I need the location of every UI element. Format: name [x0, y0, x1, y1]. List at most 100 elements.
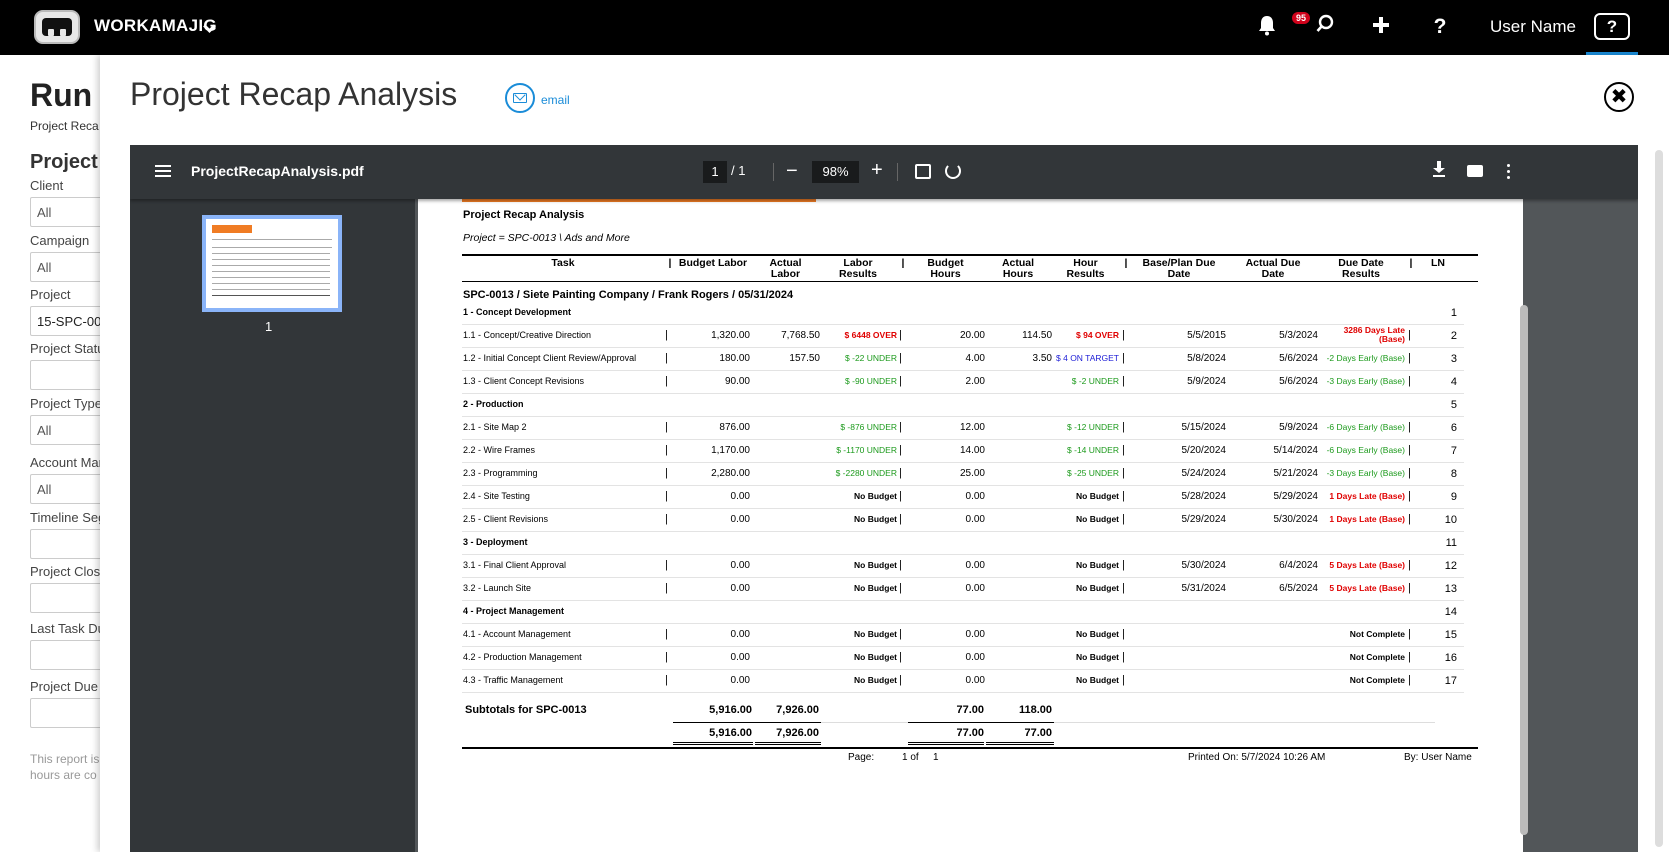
budget-labor-cell: 90.00 — [724, 376, 750, 387]
hour-result-cell: No Budget — [1076, 675, 1119, 685]
labor-result-cell: No Budget — [854, 583, 897, 593]
bg-timeline-segment-field[interactable] — [30, 529, 100, 559]
due-date-result-cell: Not Complete — [1349, 652, 1405, 662]
due-date-result-cell: -6 Days Early (Base) — [1326, 445, 1405, 455]
table-row: 2.2 - Wire Frames | | | | 1,170.00 $ -1170 UND… — [462, 440, 1464, 463]
line-number-cell: 5 — [1450, 399, 1457, 411]
question-icon[interactable]: ? — [1427, 14, 1453, 40]
total-budget-hours: 77.00 — [956, 727, 984, 739]
table-row: 3.2 - Launch Site | | | | 0.00 No Budget 0.00 No… — [462, 578, 1464, 601]
base-due-date-cell: 5/15/2024 — [1181, 422, 1227, 433]
base-due-date-cell: 5/31/2024 — [1181, 583, 1227, 594]
bg-project-type-select[interactable]: All — [30, 415, 100, 445]
bg-project-field[interactable]: 15-SPC-001 — [30, 306, 100, 336]
line-number-cell: 3 — [1450, 353, 1457, 365]
pdf-toolbar: ProjectRecapAnalysis.pdf 1 / 1 − 98% + — [130, 145, 1638, 199]
due-date-result-cell: -6 Days Early (Base) — [1326, 422, 1405, 432]
budget-labor-cell: 1,170.00 — [711, 445, 750, 456]
column-separator: | — [1408, 375, 1411, 387]
task-name: 4.3 - Traffic Management — [463, 675, 563, 685]
table-row: 2.5 - Client Revisions | | | | 0.00 No Budget 0… — [462, 509, 1464, 532]
hour-result-cell: No Budget — [1076, 514, 1119, 524]
column-separator: | — [899, 513, 902, 525]
col-separator: | — [1409, 257, 1413, 269]
bg-project-status-field[interactable] — [30, 360, 100, 390]
column-separator: | — [1122, 651, 1125, 663]
line-number-cell: 10 — [1444, 514, 1457, 526]
menu-icon[interactable] — [155, 165, 171, 167]
bg-section-title: Project I — [30, 151, 100, 173]
base-due-date-cell: 5/20/2024 — [1181, 445, 1227, 456]
download-icon[interactable] — [1432, 161, 1446, 182]
help-box-icon[interactable]: ? — [1594, 13, 1630, 40]
subtotal-budget-labor: 5,916.00 — [709, 704, 752, 716]
zoom-out-icon[interactable]: − — [786, 160, 798, 182]
column-separator: | — [1122, 559, 1125, 571]
task-name: 1.3 - Client Concept Revisions — [463, 376, 585, 386]
column-separator: | — [899, 421, 902, 433]
column-separator: | — [899, 559, 902, 571]
bg-account-manager-select[interactable]: All — [30, 474, 100, 504]
background-report-page: Run Project Reca Project I Client All Ca… — [0, 55, 100, 852]
section-title: 4 - Project Management — [463, 606, 565, 616]
bg-last-task-due-field[interactable] — [30, 640, 100, 670]
budget-hours-cell: 0.00 — [965, 652, 985, 663]
table-row: 2.4 - Site Testing | | | | 0.00 No Budget 0.00 N… — [462, 486, 1464, 509]
search-icon[interactable] — [1312, 14, 1338, 40]
base-due-date-cell: 5/24/2024 — [1181, 468, 1227, 479]
bg-breadcrumb[interactable]: Project Reca — [30, 119, 99, 133]
pdf-page-scrollbar[interactable] — [1520, 305, 1528, 835]
column-separator: | — [1408, 421, 1411, 433]
actual-due-date-cell: 6/5/2024 — [1279, 583, 1318, 594]
due-date-result-cell: Not Complete — [1349, 629, 1405, 639]
column-separator: | — [1122, 582, 1125, 594]
column-separator: | — [1408, 467, 1411, 479]
column-separator: | — [665, 329, 668, 341]
brand-name[interactable]: WORKAMAJIG — [94, 16, 217, 36]
email-link[interactable]: email — [541, 93, 570, 107]
plus-icon[interactable] — [1368, 14, 1394, 40]
total-double-rule — [673, 742, 753, 745]
bell-icon[interactable] — [1254, 14, 1280, 40]
close-button[interactable]: ✖ — [1604, 82, 1634, 112]
column-separator: | — [899, 352, 902, 364]
bg-project-close-field[interactable] — [30, 583, 100, 613]
fit-page-icon[interactable] — [915, 164, 931, 179]
column-separator: | — [1408, 559, 1411, 571]
zoom-input[interactable]: 98% — [812, 161, 859, 183]
bg-page-title: Run — [30, 77, 93, 113]
line-number-cell: 11 — [1445, 537, 1457, 549]
table-row: 1.3 - Client Concept Revisions | | | | 90.00 $… — [462, 371, 1464, 394]
modal-title: Project Recap Analysis — [130, 76, 458, 112]
budget-hours-cell: 4.00 — [965, 353, 985, 364]
actual-due-date-cell: 5/3/2024 — [1279, 330, 1318, 341]
due-date-result-cell: 1 Days Late (Base) — [1329, 491, 1405, 501]
print-icon[interactable] — [1467, 165, 1483, 177]
hour-result-cell: No Budget — [1076, 629, 1119, 639]
modal-scrollbar[interactable] — [1655, 150, 1663, 847]
column-separator: | — [1122, 329, 1125, 341]
page-number-input[interactable]: 1 — [703, 161, 727, 183]
col-header-actual-hours: Actual Hours — [1001, 257, 1035, 280]
pdf-viewer: Project Recap Analysis Project = SPC-001… — [130, 145, 1638, 852]
bg-campaign-select[interactable]: All — [30, 252, 100, 282]
subtotal-actual-hours: 118.00 — [1018, 704, 1052, 716]
bg-client-select[interactable]: All — [30, 197, 100, 227]
hour-result-cell: $ -12 UNDER — [1067, 422, 1119, 432]
base-due-date-cell: 5/29/2024 — [1181, 514, 1227, 525]
line-number-cell: 6 — [1450, 422, 1457, 434]
more-options-icon[interactable] — [1507, 164, 1510, 167]
bg-project-due-field[interactable] — [30, 698, 100, 728]
workamajig-logo-icon[interactable] — [34, 10, 80, 44]
rotate-icon[interactable] — [945, 163, 961, 179]
labor-result-cell: $ -2280 UNDER — [835, 468, 897, 478]
line-number-cell: 16 — [1444, 652, 1457, 664]
user-name-menu[interactable]: User Name — [1490, 17, 1576, 37]
zoom-in-icon[interactable]: + — [871, 159, 883, 181]
total-double-rule — [986, 742, 1054, 745]
report-header-bar — [462, 199, 816, 202]
task-name: 2.4 - Site Testing — [463, 491, 530, 501]
page-thumbnail[interactable] — [202, 215, 342, 312]
due-date-result-cell: 3286 Days Late (Base) — [1343, 325, 1405, 344]
email-icon[interactable] — [505, 83, 535, 113]
